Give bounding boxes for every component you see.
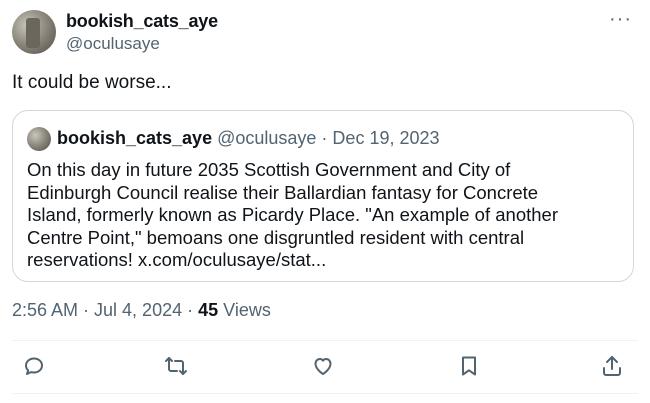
heart-icon bbox=[314, 358, 332, 375]
divider-top bbox=[12, 340, 638, 341]
tweet-text: It could be worse... bbox=[12, 72, 172, 93]
tweet-meta: 2:56 AM · Jul 4, 2024 · 45 Views bbox=[12, 300, 271, 321]
quoted-display-name: bookish_cats_aye bbox=[57, 128, 213, 148]
author-display-name[interactable]: bookish_cats_aye bbox=[66, 11, 218, 32]
profile-avatar[interactable] bbox=[12, 10, 56, 54]
views-label: Views bbox=[218, 300, 271, 320]
like-button[interactable] bbox=[309, 352, 337, 380]
retweet-button[interactable] bbox=[162, 352, 190, 380]
retweet-icon bbox=[165, 357, 187, 375]
tweet-timestamp[interactable]: 2:56 AM · Jul 4, 2024 · bbox=[12, 300, 198, 320]
quoted-text: On this day in future 2035 Scottish Gove… bbox=[27, 159, 627, 272]
bookmark-icon bbox=[462, 356, 476, 376]
quoted-text-line: Centre Point," bemoans one disgruntled r… bbox=[27, 226, 525, 248]
quoted-text-line[interactable]: reservations! x.com/oculusaye/stat... bbox=[27, 249, 627, 272]
action-bar bbox=[12, 344, 638, 388]
divider-bottom bbox=[12, 393, 638, 394]
quoted-tweet[interactable]: bookish_cats_aye @oculusaye · Dec 19, 20… bbox=[12, 110, 634, 282]
quoted-meta: @oculusaye · Dec 19, 2023 bbox=[217, 128, 440, 148]
reply-icon bbox=[25, 357, 43, 375]
more-options-icon[interactable]: ··· bbox=[609, 8, 632, 31]
quoted-avatar bbox=[27, 127, 51, 151]
quoted-text-line: On this day in future 2035 Scottish Gove… bbox=[27, 159, 511, 180]
author-handle[interactable]: @oculusaye bbox=[66, 34, 160, 54]
share-icon bbox=[603, 356, 621, 376]
reply-button[interactable] bbox=[20, 352, 48, 380]
quoted-text-line: Edinburgh Council realise their Ballardi… bbox=[27, 181, 539, 203]
bookmark-button[interactable] bbox=[455, 352, 483, 380]
quoted-header: bookish_cats_aye @oculusaye · Dec 19, 20… bbox=[57, 128, 440, 149]
views-count: 45 bbox=[198, 300, 219, 320]
share-button[interactable] bbox=[598, 352, 626, 380]
quoted-text-line: Island, formerly known as Picardy Place.… bbox=[27, 204, 558, 225]
